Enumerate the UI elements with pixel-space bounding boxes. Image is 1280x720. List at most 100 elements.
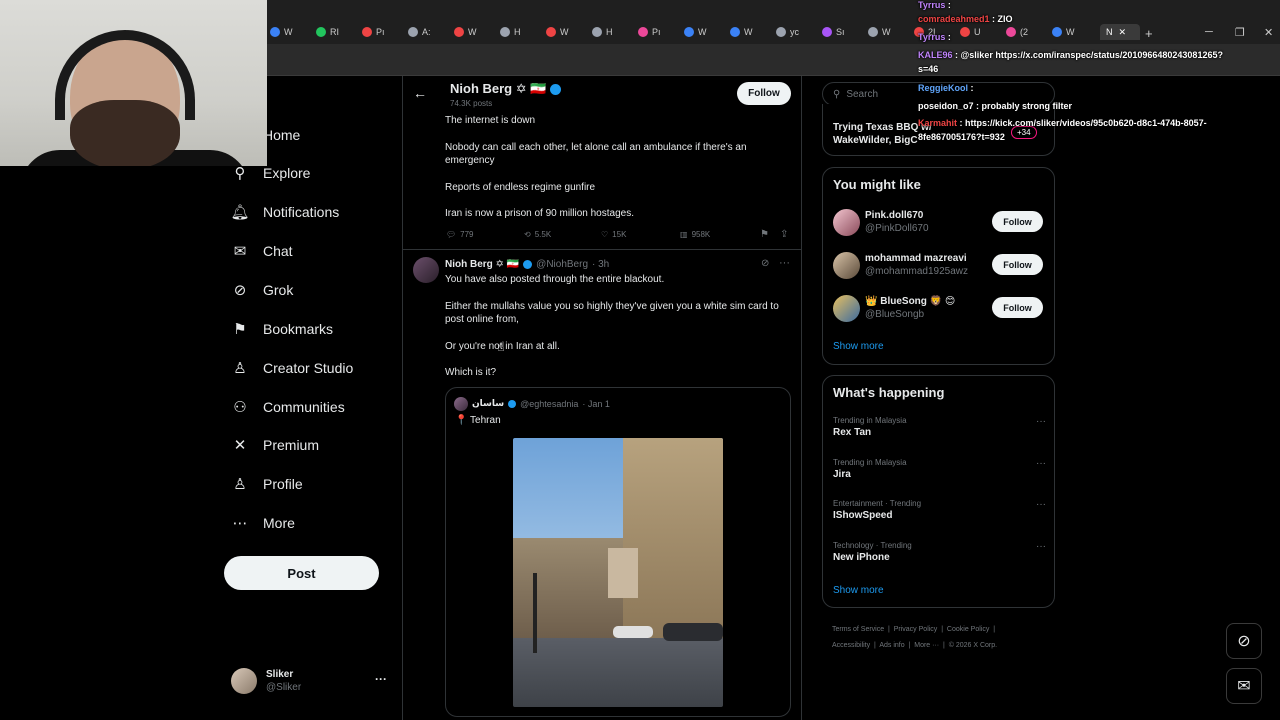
browser-tab[interactable]: RI [316, 24, 339, 40]
nav-item-chat[interactable]: ✉ Chat [231, 236, 293, 266]
footer-link[interactable]: Accessibility [832, 642, 870, 649]
suggested-user-handle: @BlueSongb [865, 309, 925, 320]
nav-item-premium[interactable]: ✕ Premium [231, 430, 319, 460]
chat-username[interactable]: poseidon_o7 [918, 101, 974, 111]
tab-label: (2 [1020, 27, 1029, 37]
browser-tab[interactable]: Pı [362, 24, 385, 40]
trend-more-icon[interactable]: ··· [1036, 499, 1046, 510]
avatar [833, 252, 860, 279]
profile-name-header: Nioh Berg ✡ 🇮🇷 [450, 81, 562, 97]
chat-username[interactable]: Karmahit [918, 118, 957, 128]
chat-username[interactable]: comradeahmed1 [918, 14, 990, 24]
trend-more-icon[interactable]: ··· [1036, 416, 1046, 427]
suggested-user-row[interactable]: Pink.doll670 @PinkDoll670 Follow [823, 208, 1054, 244]
browser-tab[interactable]: U [960, 24, 981, 40]
account-switcher[interactable]: Sliker @Sliker ··· [231, 668, 391, 698]
trend-item[interactable]: Trending in Malaysia Rex Tan ··· [833, 416, 1046, 450]
nav-item-bookmarks[interactable]: ⚑ Bookmarks [231, 314, 333, 344]
post-button[interactable]: Post [224, 556, 379, 590]
repost-action[interactable]: ⟲ 5.5K [524, 230, 551, 239]
bookmark-icon[interactable]: ⚑ [760, 229, 769, 240]
trend-context: Trending in Malaysia [833, 457, 907, 467]
trend-more-icon[interactable]: ··· [1036, 458, 1046, 469]
browser-tab[interactable]: W [1052, 24, 1075, 40]
quote-text: 📍 Tehran [455, 415, 501, 426]
chat-message: ReggieKool : [918, 83, 974, 93]
footer-link[interactable]: More ··· [914, 642, 939, 649]
reply-count: 779 [460, 230, 474, 239]
browser-tab[interactable]: W [454, 24, 477, 40]
nav-item-grok[interactable]: ⊘ Grok [231, 275, 294, 305]
nav-item-communities[interactable]: ⚇ Communities [231, 392, 344, 422]
tab-label: W [1066, 27, 1075, 37]
nav-item-profile[interactable]: ♙ Profile [231, 469, 302, 499]
follow-button[interactable]: Follow [992, 297, 1043, 318]
browser-tab[interactable]: W [270, 24, 293, 40]
footer-link[interactable]: Terms of Service [832, 626, 884, 633]
browser-tab[interactable]: W [546, 24, 569, 40]
browser-tab[interactable]: Sı [822, 24, 845, 40]
follow-button[interactable]: Follow [992, 211, 1043, 232]
tweet2-avatar[interactable] [413, 257, 439, 283]
chat-message: KALE96 : @sliker https://x.com/iranspec/… [918, 50, 1223, 60]
browser-tab[interactable]: H [500, 24, 521, 40]
show-more-link[interactable]: Show more [833, 341, 884, 352]
like-action[interactable]: ♡ 15K [601, 230, 626, 239]
quote-image[interactable] [513, 438, 723, 707]
tab-label: W [698, 27, 707, 37]
trend-item[interactable]: Trending in Malaysia Jira ··· [833, 458, 1046, 492]
nav-item-creator-studio[interactable]: ♙ Creator Studio [231, 353, 353, 383]
views-action[interactable]: ▥ 958K [680, 230, 710, 239]
minimize-icon[interactable]: ─ [1205, 26, 1213, 38]
grok-floating-icon[interactable]: ⊘ [1226, 623, 1262, 659]
chat-username[interactable]: Tyrrus [918, 0, 945, 10]
close-tab-icon[interactable]: ✕ [1119, 27, 1127, 38]
tab-favicon-icon [362, 27, 372, 37]
browser-tab[interactable]: W [684, 24, 707, 40]
suggested-user-row[interactable]: 👑 BlueSong 🦁 😊 @BlueSongb Follow [823, 294, 1054, 330]
share-icon[interactable]: ⇪ [780, 229, 788, 240]
tweet2-handle[interactable]: @NiohBerg [536, 259, 588, 270]
browser-tab[interactable]: yc [776, 24, 799, 40]
chat-username[interactable]: Tyrrus [918, 32, 945, 42]
follow-button[interactable]: Follow [992, 254, 1043, 275]
trend-item[interactable]: Technology · Trending New iPhone ··· [833, 541, 1046, 575]
tweet2-author-name[interactable]: Nioh Berg ✡ 🇮🇷 [445, 259, 519, 270]
follow-profile-button[interactable]: Follow [737, 82, 791, 105]
account-menu-icon[interactable]: ··· [375, 672, 387, 686]
browser-tab[interactable]: Pı [638, 24, 661, 40]
grok-explain-icon[interactable]: ⊘ [761, 258, 769, 269]
nav-item-notifications[interactable]: 🔔︎ Notifications [230, 197, 339, 227]
browser-tab[interactable]: A: [408, 24, 431, 40]
reply-action[interactable]: 💬︎ 779 [446, 230, 474, 239]
live-space-card[interactable]: Trying Texas BBQ w/ WakeWilder, BigC +34 [822, 104, 1055, 156]
restore-icon[interactable]: ❐ [1235, 26, 1245, 39]
trend-item[interactable]: Entertainment · Trending IShowSpeed ··· [833, 499, 1046, 533]
image-billboard [608, 548, 638, 598]
new-tab-button[interactable]: + [1145, 26, 1153, 41]
trend-more-icon[interactable]: ··· [1036, 541, 1046, 552]
nav-item-more[interactable]: ⋯ More [231, 508, 295, 538]
quote-avatar [454, 397, 468, 411]
more-options-icon[interactable]: ··· [779, 257, 790, 269]
mail-icon: ✉ [233, 243, 247, 260]
active-tab[interactable]: N ✕ [1100, 24, 1140, 40]
browser-tab[interactable]: H [592, 24, 613, 40]
show-more-trends-link[interactable]: Show more [833, 585, 884, 596]
suggested-user-row[interactable]: mohammad mazreavi @mohammad1925awz Follow [823, 251, 1054, 287]
footer-link[interactable]: Privacy Policy [894, 626, 938, 633]
search-input[interactable]: Search [846, 89, 878, 100]
close-window-icon[interactable]: ✕ [1264, 26, 1273, 39]
chat-username[interactable]: ReggieKool [918, 83, 968, 93]
browser-tab[interactable]: W [868, 24, 891, 40]
footer-link[interactable]: Cookie Policy [947, 626, 989, 633]
chat-username[interactable]: KALE96 [918, 50, 953, 60]
tab-label: Pı [652, 27, 661, 37]
image-building-left [513, 538, 623, 648]
tweet2-time[interactable]: · 3h [592, 259, 609, 270]
browser-tab[interactable]: (2 [1006, 24, 1028, 40]
footer-link[interactable]: Ads info [879, 642, 904, 649]
browser-tab[interactable]: W [730, 24, 753, 40]
messages-floating-icon[interactable]: ✉ [1226, 668, 1262, 704]
back-arrow-icon[interactable]: ← [413, 85, 427, 101]
